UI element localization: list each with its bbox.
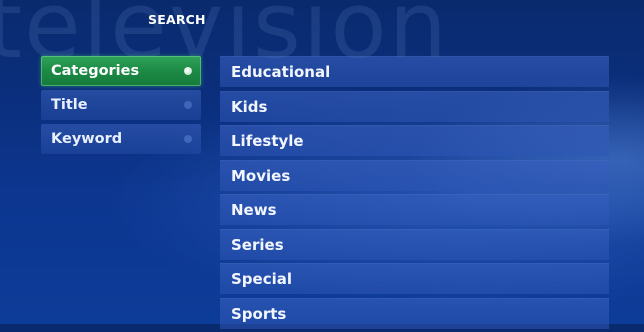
- category-item-series[interactable]: Series: [220, 228, 609, 260]
- filter-title-button[interactable]: Title: [41, 90, 201, 120]
- category-label: Series: [231, 235, 284, 254]
- search-filter-menu: Categories Title Keyword: [41, 56, 201, 158]
- category-label: Special: [231, 270, 293, 288]
- category-label: Movies: [231, 166, 291, 185]
- category-label: Kids: [231, 97, 268, 116]
- category-item-movies[interactable]: Movies: [220, 159, 609, 191]
- category-label: News: [231, 201, 277, 219]
- category-item-kids[interactable]: Kids: [220, 90, 609, 122]
- radio-dot-icon: [184, 101, 192, 109]
- filter-label: Title: [51, 97, 88, 113]
- category-item-educational[interactable]: Educational: [220, 56, 609, 87]
- filter-label: Keyword: [51, 131, 123, 147]
- category-list: Educational Kids Lifestyle Movies News S…: [220, 56, 609, 332]
- filter-categories-button[interactable]: Categories: [41, 56, 201, 86]
- category-label: Educational: [231, 63, 331, 81]
- category-label: Lifestyle: [231, 132, 304, 150]
- category-item-special[interactable]: Special: [220, 263, 609, 294]
- category-label: Sports: [231, 304, 287, 323]
- filter-keyword-button[interactable]: Keyword: [41, 124, 201, 154]
- page-title: SEARCH: [148, 12, 206, 27]
- radio-dot-icon: [184, 67, 192, 75]
- category-item-news[interactable]: News: [220, 194, 609, 225]
- radio-dot-icon: [184, 135, 192, 143]
- filter-label: Categories: [51, 63, 140, 79]
- category-item-lifestyle[interactable]: Lifestyle: [220, 125, 609, 156]
